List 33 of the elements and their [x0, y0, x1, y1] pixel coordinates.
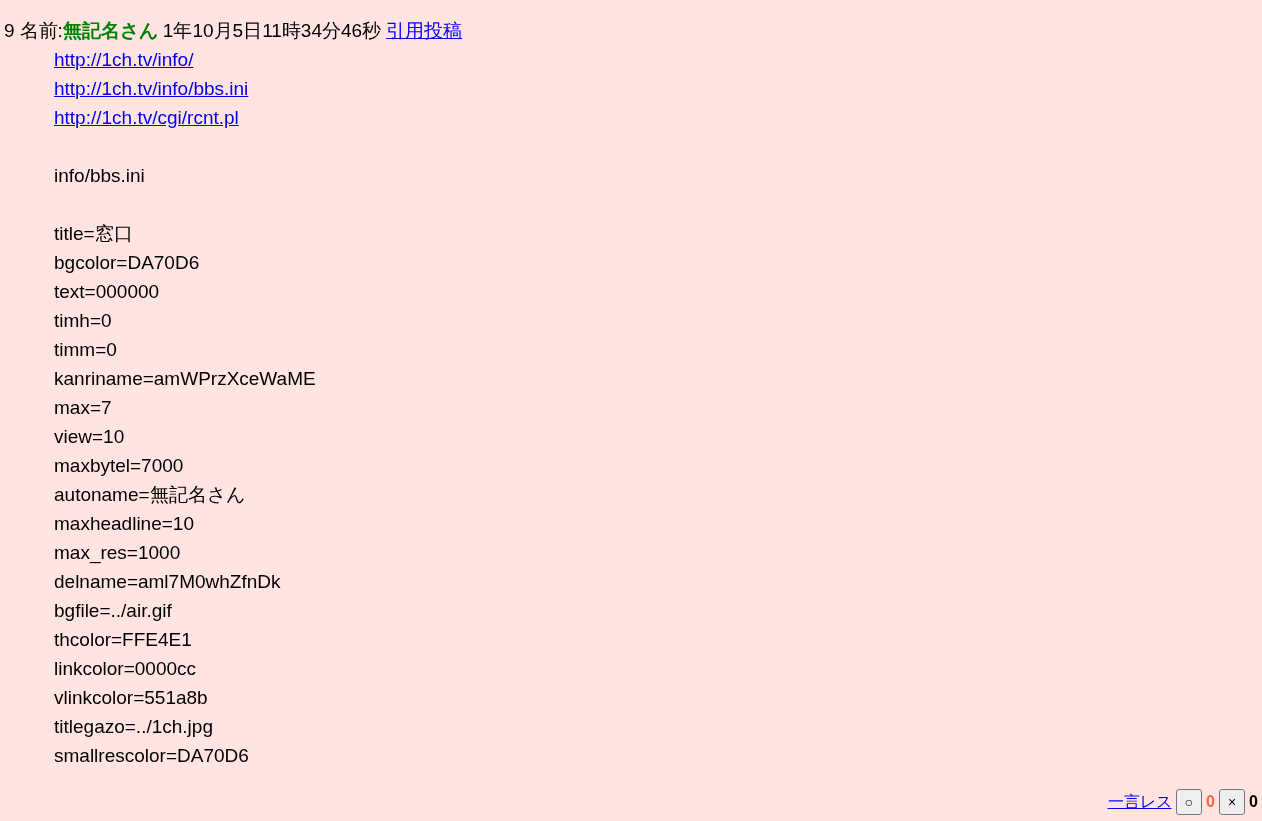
name-label: 名前: — [19, 19, 63, 43]
bad-count: 0 — [1249, 792, 1258, 812]
setting-line: kanriname=amWPrzXceWaME — [54, 367, 316, 391]
file-label: info/bbs.ini — [54, 164, 145, 188]
post-number: 9 — [4, 19, 15, 43]
reply-link[interactable]: 一言レス — [1107, 792, 1172, 812]
post-date: 1年10月5日11時34分46秒 — [162, 19, 382, 43]
setting-line: maxheadline=10 — [54, 512, 194, 536]
url-link[interactable]: http://1ch.tv/info/ — [54, 45, 194, 74]
setting-line: max_res=1000 — [54, 541, 181, 566]
setting-line: title=窓口 — [54, 222, 133, 246]
setting-line: thcolor=FFE4E1 — [54, 628, 192, 652]
setting-line: delname=aml7M0whZfnDk — [54, 570, 281, 594]
good-count: 0 — [1206, 792, 1215, 812]
setting-line: smallrescolor=DA70D6 — [54, 744, 249, 768]
setting-line: maxbytel=7000 — [54, 454, 184, 478]
bad-button[interactable]: × — [1218, 789, 1246, 815]
setting-line: bgfile=../air.gif — [54, 599, 172, 623]
setting-line: timm=0 — [54, 338, 117, 362]
setting-line: timh=0 — [54, 309, 112, 333]
setting-line: autoname=無記名さん — [54, 483, 245, 507]
setting-line: max=7 — [54, 396, 112, 420]
url-link[interactable]: http://1ch.tv/info/bbs.ini — [54, 74, 249, 103]
setting-line: view=10 — [54, 425, 125, 449]
setting-line: text=000000 — [54, 280, 160, 304]
setting-line: linkcolor=0000cc — [54, 657, 197, 681]
setting-line: bgcolor=DA70D6 — [54, 251, 200, 275]
poster-name: 無記名さん — [62, 19, 158, 43]
setting-line: titlegazo=../1ch.jpg — [54, 715, 213, 739]
setting-line: vlinkcolor=551a8b — [54, 686, 208, 710]
url-link[interactable]: http://1ch.tv/cgi/rcnt.pl — [54, 103, 239, 132]
quote-link[interactable]: 引用投稿 — [386, 16, 463, 45]
good-button[interactable]: ○ — [1175, 789, 1202, 815]
